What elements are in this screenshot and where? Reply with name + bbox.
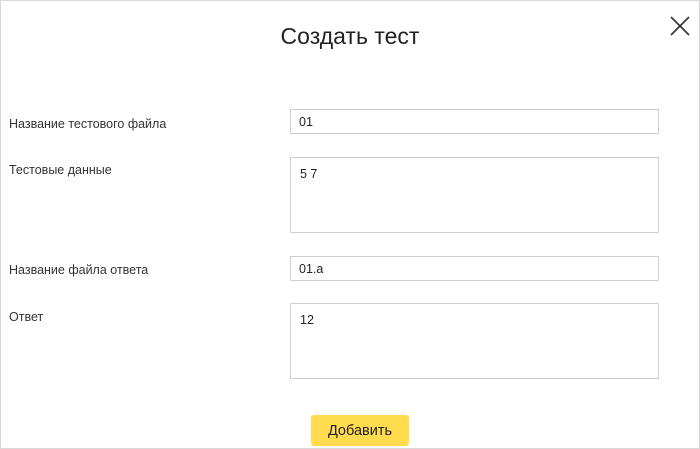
- test-file-name-label: Название тестового файла: [9, 117, 167, 131]
- test-file-name-input[interactable]: [290, 109, 659, 134]
- answer-textarea[interactable]: 12: [290, 303, 659, 379]
- answer-label: Ответ: [9, 310, 44, 324]
- dialog-title: Создать тест: [280, 23, 420, 49]
- close-button[interactable]: [667, 13, 693, 39]
- answer-file-name-input[interactable]: [290, 256, 659, 281]
- answer-file-name-label: Название файла ответа: [9, 263, 149, 277]
- add-button[interactable]: Добавить: [311, 415, 409, 446]
- close-icon: [670, 16, 690, 36]
- test-data-label: Тестовые данные: [9, 163, 112, 177]
- create-test-dialog: Создать тест Название тестового файла Те…: [0, 0, 700, 449]
- test-data-textarea[interactable]: 5 7: [290, 157, 659, 233]
